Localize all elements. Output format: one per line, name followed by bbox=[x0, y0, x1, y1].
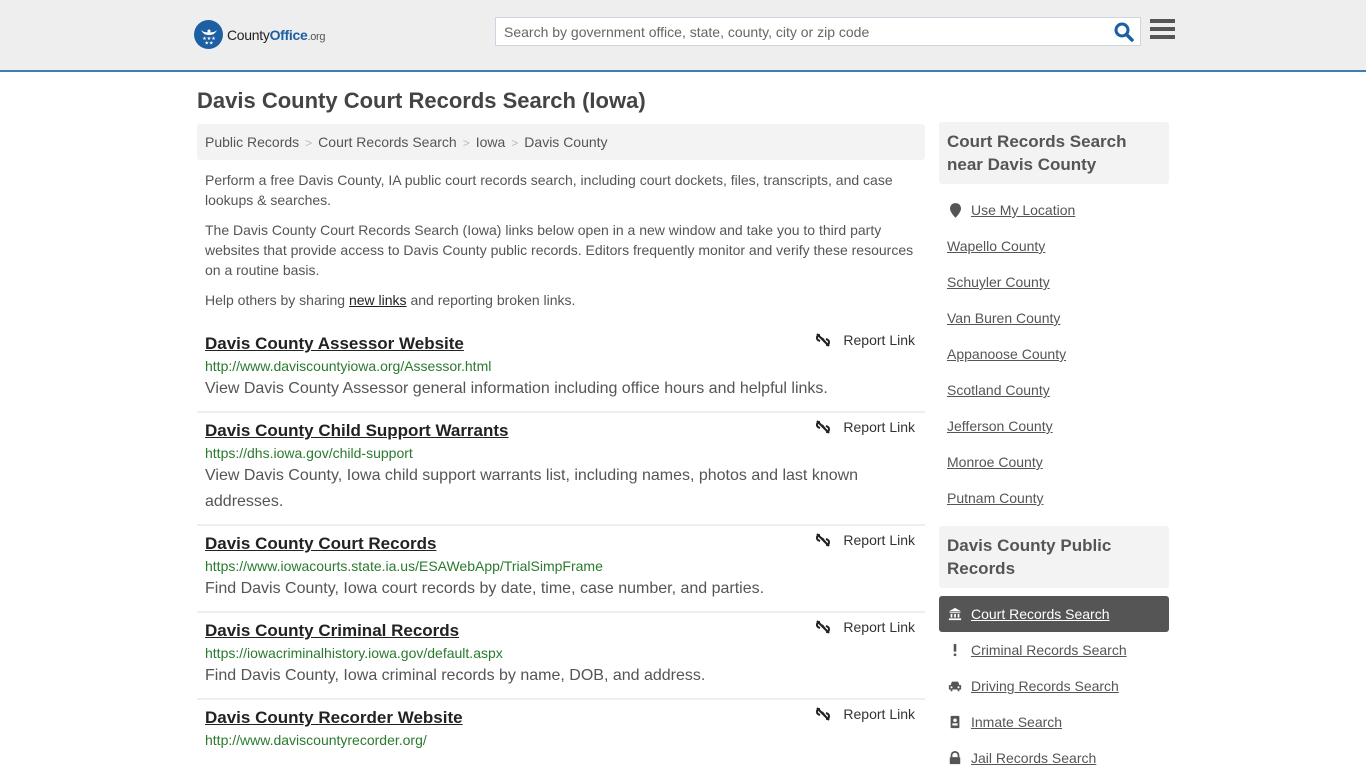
resource-link-url: https://iowacriminalhistory.iowa.gov/def… bbox=[205, 645, 503, 661]
nearby-heading: Court Records Search near Davis County bbox=[939, 122, 1169, 184]
resource-link-url: http://www.daviscountyiowa.org/Assessor.… bbox=[205, 358, 492, 374]
resource-link-title[interactable]: Davis County Recorder Website bbox=[205, 706, 463, 730]
new-links-link[interactable]: new links bbox=[349, 292, 407, 308]
resource-link-description: Find Davis County, Iowa criminal records… bbox=[205, 667, 706, 684]
breadcrumb-separator: > bbox=[462, 136, 470, 150]
breadcrumb-court-records-search[interactable]: Court Records Search bbox=[318, 134, 457, 150]
nearby-county-link[interactable]: Van Buren County bbox=[947, 310, 1060, 326]
search-icon[interactable] bbox=[1114, 22, 1134, 42]
public-records-link[interactable]: Court Records Search bbox=[971, 606, 1110, 622]
resource-link-description: View Davis County, Iowa child support wa… bbox=[205, 467, 859, 510]
sidebar: Court Records Search near Davis County U… bbox=[939, 122, 1169, 784]
report-link-button[interactable]: Report Link bbox=[815, 706, 915, 722]
eagle-stars-logo-icon: ★★★ ★★ bbox=[194, 20, 223, 49]
site-header: ★★★ ★★ CountyOffice.org bbox=[0, 0, 1366, 72]
public-records-item-court[interactable]: Court Records Search bbox=[939, 596, 1169, 632]
resource-link-url: https://www.iowacourts.state.ia.us/ESAWe… bbox=[205, 558, 603, 574]
public-records-link[interactable]: Driving Records Search bbox=[971, 678, 1119, 694]
resource-link-title[interactable]: Davis County Criminal Records bbox=[205, 619, 459, 643]
exclamation-icon bbox=[947, 643, 963, 657]
breadcrumb: Public Records > Court Records Search > Iowa… bbox=[197, 124, 925, 160]
public-records-item-inmate[interactable]: Inmate Search bbox=[939, 704, 1169, 740]
hamburger-menu-icon[interactable] bbox=[1150, 19, 1175, 42]
nearby-county-link[interactable]: Schuyler County bbox=[947, 274, 1050, 290]
breadcrumb-separator: > bbox=[511, 136, 519, 150]
resource-link-url: http://www.daviscountyrecorder.org/ bbox=[205, 732, 427, 748]
nearby-county-item: Putnam County bbox=[939, 480, 1169, 516]
breadcrumb-davis-county[interactable]: Davis County bbox=[524, 134, 607, 150]
public-records-list: Court Records Search Criminal Records Se… bbox=[939, 588, 1169, 784]
courthouse-icon bbox=[947, 607, 963, 621]
nearby-county-link[interactable]: Putnam County bbox=[947, 490, 1044, 506]
report-link-button[interactable]: Report Link bbox=[815, 619, 915, 635]
broken-link-icon bbox=[816, 333, 831, 347]
nearby-county-item: Monroe County bbox=[939, 444, 1169, 480]
logo-text: CountyOffice.org bbox=[227, 26, 326, 43]
public-records-heading: Davis County Public Records bbox=[939, 526, 1169, 588]
public-records-link[interactable]: Criminal Records Search bbox=[971, 642, 1127, 658]
id-badge-icon bbox=[947, 715, 963, 729]
map-pin-icon bbox=[947, 202, 963, 218]
list-item: Davis County Court Records Report Link h… bbox=[197, 526, 925, 613]
broken-link-icon bbox=[816, 533, 831, 547]
resource-links-list: Davis County Assessor Website Report Lin… bbox=[197, 326, 925, 759]
car-icon bbox=[947, 679, 963, 693]
site-logo[interactable]: ★★★ ★★ CountyOffice.org bbox=[194, 20, 326, 49]
nearby-county-item: Jefferson County bbox=[939, 408, 1169, 444]
nearby-counties-list: Use My Location Wapello County Schuyler … bbox=[939, 184, 1169, 524]
resource-link-description: View Davis County Assessor general infor… bbox=[205, 380, 828, 397]
list-item: Davis County Child Support Warrants Repo… bbox=[197, 413, 925, 526]
list-item: Davis County Assessor Website Report Lin… bbox=[197, 326, 925, 413]
intro-paragraph-3: Help others by sharing new links and rep… bbox=[205, 292, 576, 308]
intro-paragraph-1: Perform a free Davis County, IA public c… bbox=[205, 172, 893, 208]
use-my-location-item: Use My Location bbox=[939, 192, 1169, 228]
public-records-item-jail[interactable]: Jail Records Search bbox=[939, 740, 1169, 776]
nearby-county-item: Van Buren County bbox=[939, 300, 1169, 336]
breadcrumb-public-records[interactable]: Public Records bbox=[205, 134, 299, 150]
public-records-link[interactable]: Inmate Search bbox=[971, 714, 1062, 730]
broken-link-icon bbox=[816, 620, 831, 634]
public-records-item-driving[interactable]: Driving Records Search bbox=[939, 668, 1169, 704]
list-item: Davis County Recorder Website Report Lin… bbox=[197, 700, 925, 759]
lock-icon bbox=[947, 751, 963, 765]
broken-link-icon bbox=[816, 707, 831, 721]
resource-link-title[interactable]: Davis County Court Records bbox=[205, 532, 436, 556]
report-link-button[interactable]: Report Link bbox=[815, 532, 915, 548]
nearby-county-link[interactable]: Wapello County bbox=[947, 238, 1045, 254]
list-item: Davis County Criminal Records Report Lin… bbox=[197, 613, 925, 700]
search-input[interactable] bbox=[496, 18, 1096, 45]
nearby-county-item: Wapello County bbox=[939, 228, 1169, 264]
intro-paragraph-2: The Davis County Court Records Search (I… bbox=[205, 222, 914, 278]
intro-text: Perform a free Davis County, IA public c… bbox=[205, 170, 920, 320]
use-my-location-link[interactable]: Use My Location bbox=[971, 202, 1075, 218]
breadcrumb-iowa[interactable]: Iowa bbox=[476, 134, 506, 150]
nearby-county-link[interactable]: Monroe County bbox=[947, 454, 1043, 470]
nearby-county-link[interactable]: Jefferson County bbox=[947, 418, 1053, 434]
report-link-button[interactable]: Report Link bbox=[815, 332, 915, 348]
search-bar bbox=[495, 17, 1141, 46]
resource-link-url: https://dhs.iowa.gov/child-support bbox=[205, 445, 413, 461]
public-records-item-criminal[interactable]: Criminal Records Search bbox=[939, 632, 1169, 668]
resource-link-title[interactable]: Davis County Assessor Website bbox=[205, 332, 464, 356]
nearby-county-item: Schuyler County bbox=[939, 264, 1169, 300]
breadcrumb-separator: > bbox=[305, 136, 313, 150]
nearby-county-link[interactable]: Scotland County bbox=[947, 382, 1050, 398]
nearby-county-item: Appanoose County bbox=[939, 336, 1169, 372]
resource-link-title[interactable]: Davis County Child Support Warrants bbox=[205, 419, 509, 443]
resource-link-description: Find Davis County, Iowa court records by… bbox=[205, 580, 765, 597]
nearby-county-item: Scotland County bbox=[939, 372, 1169, 408]
public-records-link[interactable]: Jail Records Search bbox=[971, 750, 1096, 766]
report-link-button[interactable]: Report Link bbox=[815, 419, 915, 435]
broken-link-icon bbox=[816, 420, 831, 434]
nearby-county-link[interactable]: Appanoose County bbox=[947, 346, 1066, 362]
svg-text:★★: ★★ bbox=[204, 40, 213, 46]
page-title: Davis County Court Records Search (Iowa) bbox=[197, 88, 646, 113]
